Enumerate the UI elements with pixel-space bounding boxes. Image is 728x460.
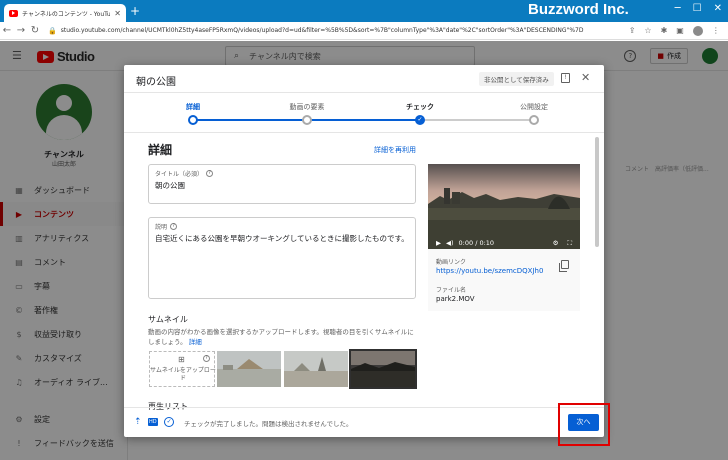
close-window-icon[interactable]: ✕ xyxy=(714,3,722,14)
play-icon[interactable]: ▶ xyxy=(436,239,441,247)
forward-icon[interactable]: → xyxy=(14,25,28,36)
help-icon[interactable]: ? xyxy=(206,170,214,177)
thumbnail-learn-more-link[interactable]: 詳細 xyxy=(189,338,202,346)
step-elements-dot[interactable] xyxy=(302,115,312,125)
help-icon[interactable]: ? xyxy=(203,355,210,362)
step-connector xyxy=(193,119,305,121)
tab-title: チャンネルのコンテンツ - YouTube Stu xyxy=(22,10,111,18)
thumbnail-option-selected[interactable] xyxy=(349,349,417,389)
back-icon[interactable]: ← xyxy=(0,25,14,36)
minimize-icon[interactable]: ─ xyxy=(675,3,681,14)
brand-watermark: Buzzword Inc. xyxy=(528,1,629,18)
checks-complete-icon[interactable]: ✓ xyxy=(164,417,175,427)
step-details-label[interactable]: 詳細 xyxy=(186,102,200,112)
report-feedback-icon[interactable]: ! xyxy=(561,73,570,83)
section-title: 詳細 xyxy=(148,143,173,157)
saved-private-badge: 非公開として保存済み xyxy=(479,72,554,86)
share-icon[interactable]: ⇪ xyxy=(629,26,636,35)
url-field[interactable]: studio.youtube.com/channel/UCMTkl0hZ5tty… xyxy=(61,27,621,34)
menu-dots-icon[interactable]: ⋮ xyxy=(712,26,720,35)
dialog-header: 朝の公園 非公開として保存済み ! ✕ xyxy=(124,65,604,93)
address-bar-icons: ⇪ ☆ ✱ ▣ ⋮ xyxy=(629,25,720,36)
video-time: 0:00 / 0:10 xyxy=(458,239,495,247)
upload-thumbnail-label: サムネイルをアップロード xyxy=(150,367,216,382)
video-preview-panel: ▶ ◀) 0:00 / 0:10 ⚙ ⛶ 動画リンク https://youtu… xyxy=(428,164,580,311)
footer-status-icons: ⇡ HD ✓ xyxy=(134,417,175,427)
step-connector xyxy=(305,119,420,121)
upload-dialog: 朝の公園 非公開として保存済み ! ✕ 詳細 動画の要素 チェック ✓ 公開設定… xyxy=(124,65,604,437)
profile-avatar[interactable] xyxy=(692,25,703,36)
tab-close-icon[interactable]: ✕ xyxy=(114,9,121,18)
browser-titlebar: チャンネルのコンテンツ - YouTube Stu ✕ + Buzzword I… xyxy=(0,0,728,22)
thumbnail-option[interactable] xyxy=(284,351,348,387)
video-link-label: 動画リンク xyxy=(436,259,467,266)
checks-status-text: チェックが完了しました。問題は検出されませんでした。 xyxy=(184,420,353,428)
dialog-scrollbar[interactable] xyxy=(595,137,599,247)
extensions-icon[interactable]: ✱ xyxy=(661,26,668,35)
description-field-value: 自宅近くにある公園を早朝ウオーキングしているときに撮影したものです。 xyxy=(155,234,409,243)
filename-label: ファイル名 xyxy=(436,287,467,294)
reuse-details-link[interactable]: 詳細を再利用 xyxy=(374,145,416,155)
browser-tab[interactable]: チャンネルのコンテンツ - YouTube Stu ✕ xyxy=(4,4,126,22)
copy-icon[interactable] xyxy=(559,260,569,272)
new-tab-button[interactable]: + xyxy=(130,5,140,17)
fullscreen-icon[interactable]: ⛶ xyxy=(567,239,572,248)
thumbnail-description: 動画の内容がわかる画像を選択するかアップロードします。視聴者の目を引くサムネイル… xyxy=(148,328,414,346)
upload-stepper: 詳細 動画の要素 チェック ✓ 公開設定 xyxy=(124,93,604,133)
dialog-title: 朝の公園 xyxy=(136,77,176,88)
title-field[interactable]: タイトル（必須）? 朝の公園 xyxy=(148,164,416,204)
description-field-label: 説明 xyxy=(155,224,168,231)
dialog-close-icon[interactable]: ✕ xyxy=(581,71,590,84)
window-controls: ─ ☐ ✕ xyxy=(675,3,722,14)
upload-thumbnail-button[interactable]: ⊞ ? サムネイルをアップロード xyxy=(149,351,216,387)
youtube-favicon-icon xyxy=(9,9,18,17)
maximize-icon[interactable]: ☐ xyxy=(693,3,702,14)
description-field[interactable]: 説明? 自宅近くにある公園を早朝ウオーキングしているときに撮影したものです。 xyxy=(148,217,416,299)
filename-value: park2.MOV xyxy=(436,295,475,303)
lock-icon[interactable]: 🔒 xyxy=(48,27,57,35)
add-photo-icon: ⊞ xyxy=(178,355,185,364)
reload-icon[interactable]: ↻ xyxy=(28,25,42,36)
annotation-highlight-box xyxy=(558,403,610,446)
bookmark-star-icon[interactable]: ☆ xyxy=(644,26,651,35)
sidepanel-icon[interactable]: ▣ xyxy=(676,26,684,35)
step-checks-check-icon[interactable]: ✓ xyxy=(415,115,425,125)
address-bar: ← → ↻ 🔒 studio.youtube.com/channel/UCMTk… xyxy=(0,22,728,40)
step-visibility-dot[interactable] xyxy=(529,115,539,125)
video-link[interactable]: https://youtu.be/szemcDQXJh0 xyxy=(436,267,543,275)
thumbnail-option[interactable] xyxy=(217,351,281,387)
video-controls: ▶ ◀) 0:00 / 0:10 ⚙ ⛶ xyxy=(428,237,580,249)
step-checks-label[interactable]: チェック xyxy=(406,102,434,112)
upload-complete-icon[interactable]: ⇡ xyxy=(134,417,142,427)
volume-icon[interactable]: ◀) xyxy=(446,239,454,247)
dialog-footer: ⇡ HD ✓ チェックが完了しました。問題は検出されませんでした。 次へ xyxy=(124,407,604,437)
thumbnail-section-title: サムネイル xyxy=(148,315,188,324)
hd-icon[interactable]: HD xyxy=(147,418,159,426)
step-details-dot[interactable] xyxy=(188,115,198,125)
title-field-label: タイトル（必須） xyxy=(155,171,204,178)
video-player[interactable]: ▶ ◀) 0:00 / 0:10 ⚙ ⛶ xyxy=(428,164,580,249)
title-field-value: 朝の公園 xyxy=(155,181,185,190)
step-visibility-label[interactable]: 公開設定 xyxy=(520,102,548,112)
help-icon[interactable]: ? xyxy=(170,223,178,230)
step-connector xyxy=(420,119,535,121)
step-elements-label[interactable]: 動画の要素 xyxy=(290,102,325,112)
settings-gear-icon[interactable]: ⚙ xyxy=(553,239,559,248)
